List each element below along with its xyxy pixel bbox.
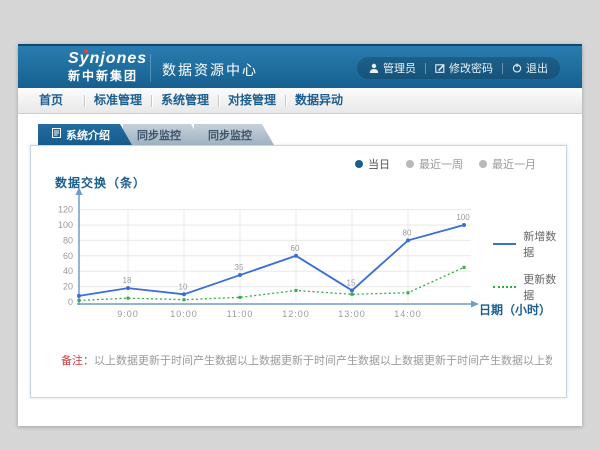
svg-text:120: 120 xyxy=(58,205,73,215)
radio-dot-icon xyxy=(479,160,487,168)
svg-text:15: 15 xyxy=(347,278,356,287)
svg-text:100: 100 xyxy=(456,213,470,222)
tab-label: 系统介绍 xyxy=(66,127,110,143)
svg-text:0: 0 xyxy=(68,297,73,307)
user-icon xyxy=(369,63,379,73)
logout-label: 退出 xyxy=(526,60,548,76)
radio-label: 最近一周 xyxy=(419,156,463,172)
tab-bar: 系统介绍 同步监控 同步监控 xyxy=(38,124,274,145)
nav-item-interface-mgmt[interactable]: 对接管理 xyxy=(219,88,285,113)
nav-item-data-change[interactable]: 数据异动 xyxy=(286,88,352,113)
svg-text:40: 40 xyxy=(63,266,73,276)
change-password-label: 修改密码 xyxy=(449,60,493,76)
tab-system-intro[interactable]: 系统介绍 xyxy=(38,124,132,145)
app-header: Synjones 新中新集团 数据资源中心 管理员 修改密码 xyxy=(18,44,582,88)
logo-text-en: Synjones xyxy=(68,51,147,67)
tab-label: 同步监控 xyxy=(137,127,181,143)
time-range-filter: 当日 最近一周 最近一月 xyxy=(355,156,536,172)
svg-text:13:00: 13:00 xyxy=(338,309,366,319)
dotted-line-icon xyxy=(493,286,516,288)
chart-legend: 新增数据 更新数据 xyxy=(493,228,566,314)
radio-label: 当日 xyxy=(368,156,390,172)
svg-text:9:00: 9:00 xyxy=(117,309,139,319)
change-password-button[interactable]: 修改密码 xyxy=(435,60,493,76)
current-user-label: 管理员 xyxy=(383,60,416,76)
radio-last-month[interactable]: 最近一月 xyxy=(479,156,536,172)
line-chart: 0 20 40 60 80 100 120 9:00 10:00 11:00 12:00 13:00 1… xyxy=(41,186,521,326)
svg-text:20: 20 xyxy=(63,282,73,292)
power-icon xyxy=(512,63,522,73)
svg-text:14:00: 14:00 xyxy=(394,309,422,319)
svg-text:12:00: 12:00 xyxy=(282,309,310,319)
tab-sync-monitor-2[interactable]: 同步监控 xyxy=(194,124,274,145)
user-toolbar: 管理员 修改密码 退出 xyxy=(357,57,560,79)
svg-text:10: 10 xyxy=(179,282,188,291)
footnote: 备注：以上数据更新于时间产生数据以上数据更新于时间产生数据以上数据更新于时间产生… xyxy=(61,352,552,368)
svg-text:10:00: 10:00 xyxy=(170,309,198,319)
company-logo: Synjones 新中新集团 xyxy=(68,51,147,82)
svg-text:60: 60 xyxy=(291,244,300,253)
svg-text:100: 100 xyxy=(58,220,73,230)
current-user-button[interactable]: 管理员 xyxy=(369,60,416,76)
radio-dot-icon xyxy=(406,160,414,168)
nav-item-standard-mgmt[interactable]: 标准管理 xyxy=(85,88,151,113)
svg-text:80: 80 xyxy=(403,228,412,237)
radio-dot-icon xyxy=(355,160,363,168)
solid-line-icon xyxy=(493,243,516,245)
legend-item-updated-data[interactable]: 更新数据 xyxy=(493,271,566,303)
content-panel: 当日 最近一周 最近一月 数据交换（条） 0204060801001209:00… xyxy=(30,145,567,398)
page-title: 数据资源中心 xyxy=(162,60,258,80)
nav-item-system-mgmt[interactable]: 系统管理 xyxy=(152,88,218,113)
legend-label: 更新数据 xyxy=(523,271,566,303)
tab-label: 同步监控 xyxy=(208,127,252,143)
footnote-prefix: 备注： xyxy=(61,355,94,367)
svg-text:18: 18 xyxy=(123,276,132,285)
svg-text:60: 60 xyxy=(63,251,73,261)
radio-today[interactable]: 当日 xyxy=(355,156,390,172)
app-window: Synjones 新中新集团 数据资源中心 管理员 修改密码 xyxy=(18,44,582,426)
legend-label: 新增数据 xyxy=(523,228,566,260)
main-nav: 首页 标准管理 系统管理 对接管理 数据异动 xyxy=(18,88,582,114)
svg-text:11:00: 11:00 xyxy=(227,309,254,319)
logout-button[interactable]: 退出 xyxy=(512,60,548,76)
svg-text:35: 35 xyxy=(235,263,244,272)
radio-last-week[interactable]: 最近一周 xyxy=(406,156,463,172)
nav-item-home[interactable]: 首页 xyxy=(18,88,84,113)
svg-text:80: 80 xyxy=(63,235,73,245)
logo-text-cn: 新中新集团 xyxy=(68,70,147,82)
header-divider xyxy=(150,54,151,82)
tab-sync-monitor-1[interactable]: 同步监控 xyxy=(123,124,203,145)
pill-separator xyxy=(425,63,426,74)
logo-red-dot-icon xyxy=(84,49,88,53)
radio-label: 最近一月 xyxy=(492,156,536,172)
pill-separator xyxy=(502,63,503,74)
footnote-text: 以上数据更新于时间产生数据以上数据更新于时间产生数据以上数据更新于时间产生数据以… xyxy=(94,355,552,367)
edit-icon xyxy=(435,63,445,73)
document-icon xyxy=(52,128,61,141)
legend-item-new-data[interactable]: 新增数据 xyxy=(493,228,566,260)
